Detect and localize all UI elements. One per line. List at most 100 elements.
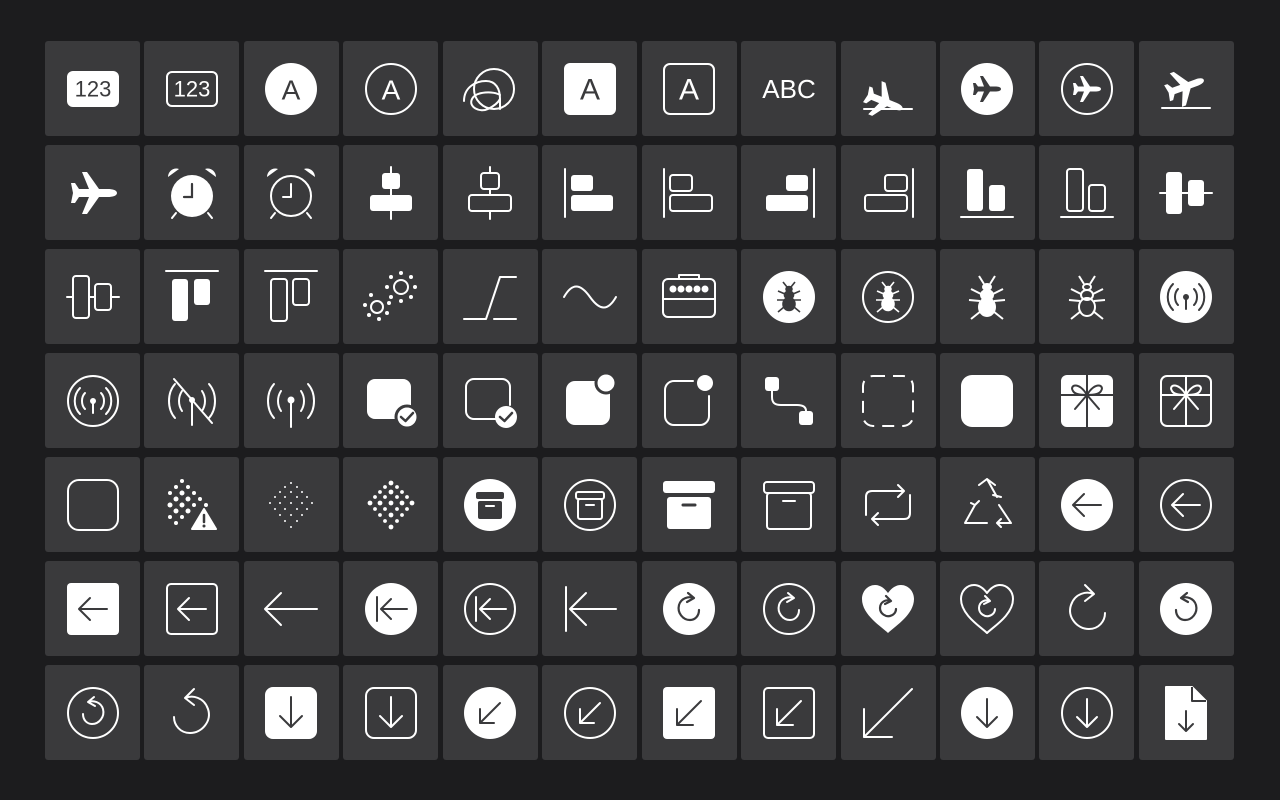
icon-tile[interactable] [741, 145, 837, 240]
icon-tile[interactable] [542, 457, 638, 552]
icon-tile[interactable] [542, 145, 638, 240]
icon-tile[interactable] [939, 249, 1035, 344]
archivebox-circle-fill-icon [460, 475, 520, 535]
icon-tile[interactable] [542, 665, 638, 760]
app-badge-icon [659, 371, 719, 431]
icon-tile[interactable] [1039, 41, 1135, 136]
icon-tile[interactable] [939, 561, 1035, 656]
icon-tile[interactable] [442, 665, 538, 760]
icon-tile[interactable] [1138, 41, 1234, 136]
icon-tile[interactable] [741, 457, 837, 552]
icon-tile[interactable] [939, 457, 1035, 552]
ant-icon [1057, 267, 1117, 327]
icon-tile[interactable] [243, 665, 339, 760]
icon-tile[interactable] [144, 145, 240, 240]
icon-tile[interactable] [442, 145, 538, 240]
icon-tile[interactable] [1039, 145, 1135, 240]
icon-tile[interactable]: 123 [45, 41, 140, 136]
icon-tile[interactable] [144, 249, 240, 344]
icon-tile[interactable] [45, 457, 140, 552]
icon-tile[interactable] [840, 249, 936, 344]
arrow-2-squarepath-icon [858, 475, 918, 535]
icon-tile[interactable] [741, 353, 837, 448]
icon-tile[interactable] [343, 665, 439, 760]
icon-tile[interactable] [939, 145, 1035, 240]
icon-tile[interactable] [144, 561, 240, 656]
icon-tile[interactable] [144, 353, 240, 448]
icon-tile[interactable] [442, 353, 538, 448]
icon-tile[interactable] [939, 353, 1035, 448]
icon-tile[interactable] [542, 353, 638, 448]
icon-tile[interactable] [343, 145, 439, 240]
icon-tile[interactable] [343, 249, 439, 344]
aqi-high-icon [162, 475, 222, 535]
icon-tile[interactable] [45, 145, 140, 240]
icon-tile[interactable] [442, 457, 538, 552]
ant-circle-fill-icon [759, 267, 819, 327]
character-icon [460, 59, 520, 119]
icon-tile[interactable]: A [542, 41, 638, 136]
icon-tile[interactable] [343, 561, 439, 656]
icon-tile[interactable] [1039, 561, 1135, 656]
align-vertical-bottom-icon [1057, 163, 1117, 223]
align-horizontal-right-fill-icon [759, 163, 819, 223]
icon-tile[interactable] [1039, 665, 1135, 760]
icon-tile[interactable] [442, 561, 538, 656]
icon-tile[interactable] [641, 457, 737, 552]
icon-tile[interactable] [1138, 561, 1234, 656]
icon-text: 123 [74, 76, 111, 101]
icon-tile[interactable]: A [343, 41, 439, 136]
icon-tile[interactable] [741, 665, 837, 760]
icon-tile[interactable] [243, 561, 339, 656]
icon-tile[interactable] [1138, 145, 1234, 240]
icon-tile[interactable] [45, 353, 140, 448]
arrow-down-circle-icon [1057, 683, 1117, 743]
icon-tile[interactable] [144, 457, 240, 552]
icon-tile[interactable] [243, 145, 339, 240]
icon-tile[interactable] [641, 353, 737, 448]
icon-tile[interactable] [542, 249, 638, 344]
angle-icon [460, 267, 520, 327]
icon-tile[interactable] [243, 249, 339, 344]
icon-tile[interactable] [243, 457, 339, 552]
icon-tile[interactable] [641, 249, 737, 344]
icon-tile[interactable] [542, 561, 638, 656]
icon-tile[interactable] [1039, 249, 1135, 344]
arrow-clockwise-circle-fill-icon [659, 579, 719, 639]
icon-tile[interactable] [144, 665, 240, 760]
icon-tile[interactable] [641, 665, 737, 760]
icon-tile[interactable] [840, 145, 936, 240]
antenna-radiowaves-circle-fill-icon [1156, 267, 1216, 327]
icon-tile[interactable] [442, 41, 538, 136]
icon-tile[interactable] [1138, 457, 1234, 552]
icon-tile[interactable] [939, 665, 1035, 760]
icon-tile[interactable] [939, 41, 1035, 136]
icon-tile[interactable]: ABC [741, 41, 837, 136]
icon-tile[interactable] [45, 665, 140, 760]
icon-tile[interactable] [243, 353, 339, 448]
arrow-down-left-square-icon [759, 683, 819, 743]
icon-tile[interactable] [1039, 457, 1135, 552]
icon-tile[interactable] [45, 561, 140, 656]
icon-tile[interactable] [840, 561, 936, 656]
icon-tile[interactable] [1039, 353, 1135, 448]
icon-tile[interactable] [840, 665, 936, 760]
icon-tile[interactable]: A [243, 41, 339, 136]
icon-tile[interactable] [442, 249, 538, 344]
icon-tile[interactable] [343, 457, 439, 552]
icon-tile[interactable]: 123 [144, 41, 240, 136]
icon-tile[interactable] [343, 353, 439, 448]
icon-tile[interactable] [1138, 353, 1234, 448]
icon-tile[interactable] [45, 249, 140, 344]
icon-tile[interactable] [741, 561, 837, 656]
icon-tile[interactable] [641, 145, 737, 240]
icon-tile[interactable] [741, 249, 837, 344]
icon-text: A [679, 73, 699, 106]
icon-tile[interactable] [840, 353, 936, 448]
icon-tile[interactable] [1138, 249, 1234, 344]
icon-tile[interactable] [840, 457, 936, 552]
icon-tile[interactable] [641, 561, 737, 656]
icon-tile[interactable] [840, 41, 936, 136]
icon-tile[interactable] [1138, 665, 1234, 760]
icon-tile[interactable]: A [641, 41, 737, 136]
